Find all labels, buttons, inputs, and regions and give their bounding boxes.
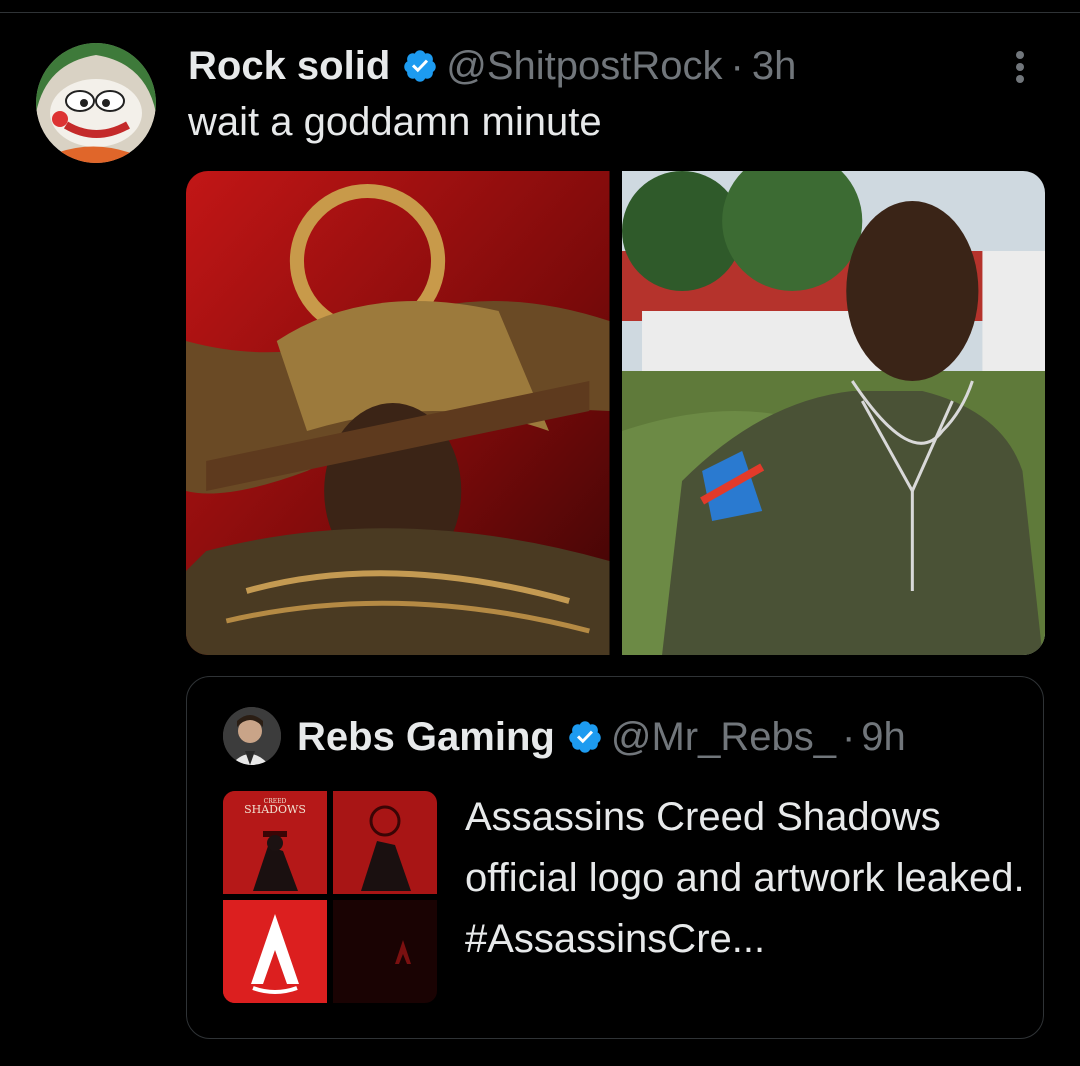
author-name[interactable]: Rock solid	[188, 44, 390, 89]
verified-badge-icon	[404, 50, 437, 82]
header-separator: ·	[730, 43, 744, 88]
media-image-right[interactable]	[621, 171, 1045, 655]
verified-badge-icon	[569, 721, 601, 753]
quoted-header-separator: ·	[841, 714, 856, 759]
tweet-header: Rock solid @ShitpostRock · 3h	[188, 38, 796, 94]
author-avatar[interactable]	[36, 43, 156, 163]
quoted-media-3	[223, 900, 327, 1003]
quoted-author-avatar[interactable]	[223, 707, 281, 765]
tweet-media[interactable]	[186, 171, 1045, 655]
quoted-media-2	[333, 791, 437, 894]
quoted-tweet-text: Assassins Creed Shadows official logo an…	[465, 795, 1025, 961]
quoted-timestamp[interactable]: 9h	[861, 715, 906, 760]
quoted-media-grid[interactable]: CREED SHADOWS	[223, 791, 437, 1003]
author-handle[interactable]: @ShitpostRock	[446, 44, 722, 89]
more-options-icon[interactable]	[1000, 45, 1040, 89]
quoted-tweet-header: Rebs Gaming @Mr_Rebs_ · 9h	[297, 711, 906, 763]
quoted-media-4	[333, 900, 437, 1003]
media-image-left[interactable]	[186, 171, 610, 655]
quoted-tweet[interactable]: Rebs Gaming @Mr_Rebs_ · 9h CREED SHADOWS	[186, 676, 1044, 1039]
thumb-caption: SHADOWS	[244, 803, 306, 816]
quoted-author-handle[interactable]: @Mr_Rebs_	[611, 715, 836, 760]
top-divider	[0, 12, 1080, 13]
tweet-timestamp[interactable]: 3h	[752, 44, 797, 89]
tweet-text: wait a goddamn minute	[188, 100, 602, 144]
quoted-media-1: CREED SHADOWS	[223, 791, 327, 894]
quoted-author-name[interactable]: Rebs Gaming	[297, 715, 555, 760]
